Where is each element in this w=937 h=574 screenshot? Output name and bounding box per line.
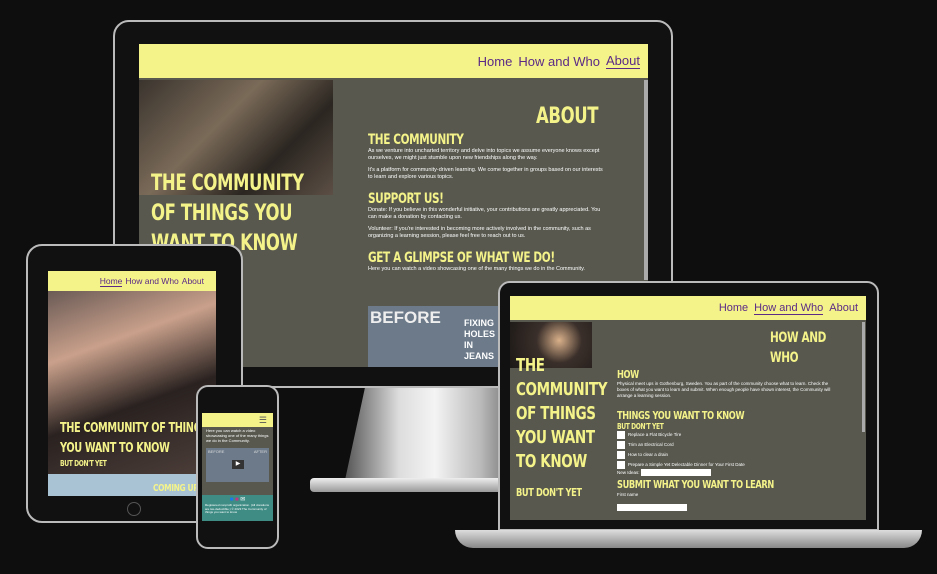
first-name-label: First name — [617, 492, 639, 498]
nav-how-and-who[interactable]: How and Who — [754, 302, 824, 315]
hero-subtitle: But don't yet — [60, 459, 107, 468]
volunteer-text: Volunteer: If you're interested in becom… — [368, 226, 591, 239]
submit-heading: Submit what you want to learn — [617, 478, 774, 492]
glimpse-heading: Get a glimpse of what we do! — [368, 250, 555, 266]
coming-up-heading: Coming up — [153, 483, 199, 494]
video-thumbnail[interactable]: BEFORE FIXING HOLES IN JEANS — [368, 306, 498, 367]
scrollbar[interactable] — [862, 322, 865, 432]
support-heading: Support us! — [368, 191, 444, 207]
how-heading: How — [617, 368, 639, 381]
option-label: Prepare a Simple Yet Delectable Dinner f… — [628, 462, 745, 468]
things-heading: Things you want to know — [617, 409, 745, 422]
glimpse-text: Here you can watch a video showcasing on… — [206, 428, 269, 443]
nav-how-and-who[interactable]: How and Who — [518, 54, 600, 69]
how-who-heading: How and Who — [770, 330, 826, 366]
checkbox-option[interactable] — [617, 431, 625, 439]
community-heading: The Community — [368, 132, 464, 148]
community-text-2: It's a platform for community-driven lea… — [368, 167, 603, 180]
checkbox-option[interactable] — [617, 441, 625, 449]
hamburger-menu-icon[interactable]: ☰ — [259, 415, 267, 426]
first-name-input[interactable] — [617, 503, 687, 511]
hero-title: The Community of things you want to know — [516, 355, 608, 472]
tablet-home-button — [127, 502, 141, 516]
hero-title: The Community of things you want to know — [60, 421, 208, 456]
nav-how-and-who[interactable]: How and Who — [125, 276, 178, 286]
nav-about[interactable]: About — [606, 53, 640, 69]
video-before-label: BEFORE — [208, 449, 225, 454]
nav-about[interactable]: About — [182, 276, 204, 286]
footer: ■ ■ ✉ Registered nonprofit organization.… — [202, 495, 273, 521]
video-thumbnail[interactable]: BEFORE AFTER ▶ — [206, 448, 269, 482]
new-ideas-label: New Ideas: — [617, 470, 640, 475]
about-heading: About — [536, 104, 599, 129]
laptop-base — [455, 530, 922, 548]
glimpse-text: Here you can watch a video showcasing on… — [368, 266, 585, 272]
play-icon[interactable]: ▶ — [232, 460, 244, 469]
option-label: Replace a Flat Bicycle Tire — [628, 432, 682, 438]
scrollbar[interactable] — [644, 80, 648, 280]
nav-about[interactable]: About — [829, 302, 858, 314]
video-caption: FIXING HOLES IN JEANS — [464, 318, 496, 361]
how-text: Physical meet ups in Gothenburg, Sweden.… — [617, 381, 831, 398]
things-subheading: But don't yet — [617, 422, 664, 431]
checkbox-option[interactable] — [617, 451, 625, 459]
new-ideas-input[interactable] — [640, 469, 711, 477]
hero-subtitle: But don't yet — [516, 486, 582, 499]
nav-home[interactable]: Home — [719, 302, 748, 314]
nav-home[interactable]: Home — [478, 54, 513, 69]
nav-home[interactable]: Home — [99, 276, 123, 287]
community-text: As we venture into uncharted territory a… — [368, 148, 600, 161]
tablet-screen: Home How and Who About The Community of … — [48, 271, 216, 496]
video-after-label: AFTER — [253, 449, 267, 454]
checkbox-option[interactable] — [617, 461, 625, 469]
phone-screen: ☰ Here you can watch a video showcasing … — [202, 413, 273, 521]
donate-text: Donate: If you believe in this wonderful… — [368, 207, 601, 220]
option-label: Trim an Electrical Cord — [628, 442, 674, 448]
footer-text: Registered nonprofit organization. (All … — [205, 503, 270, 514]
laptop-screen: Home How and Who About The Community of … — [510, 296, 866, 520]
video-before-label: BEFORE — [370, 308, 441, 327]
desktop-nav: Home How and Who About — [139, 44, 648, 78]
option-label: How to clear a drain — [628, 452, 669, 458]
